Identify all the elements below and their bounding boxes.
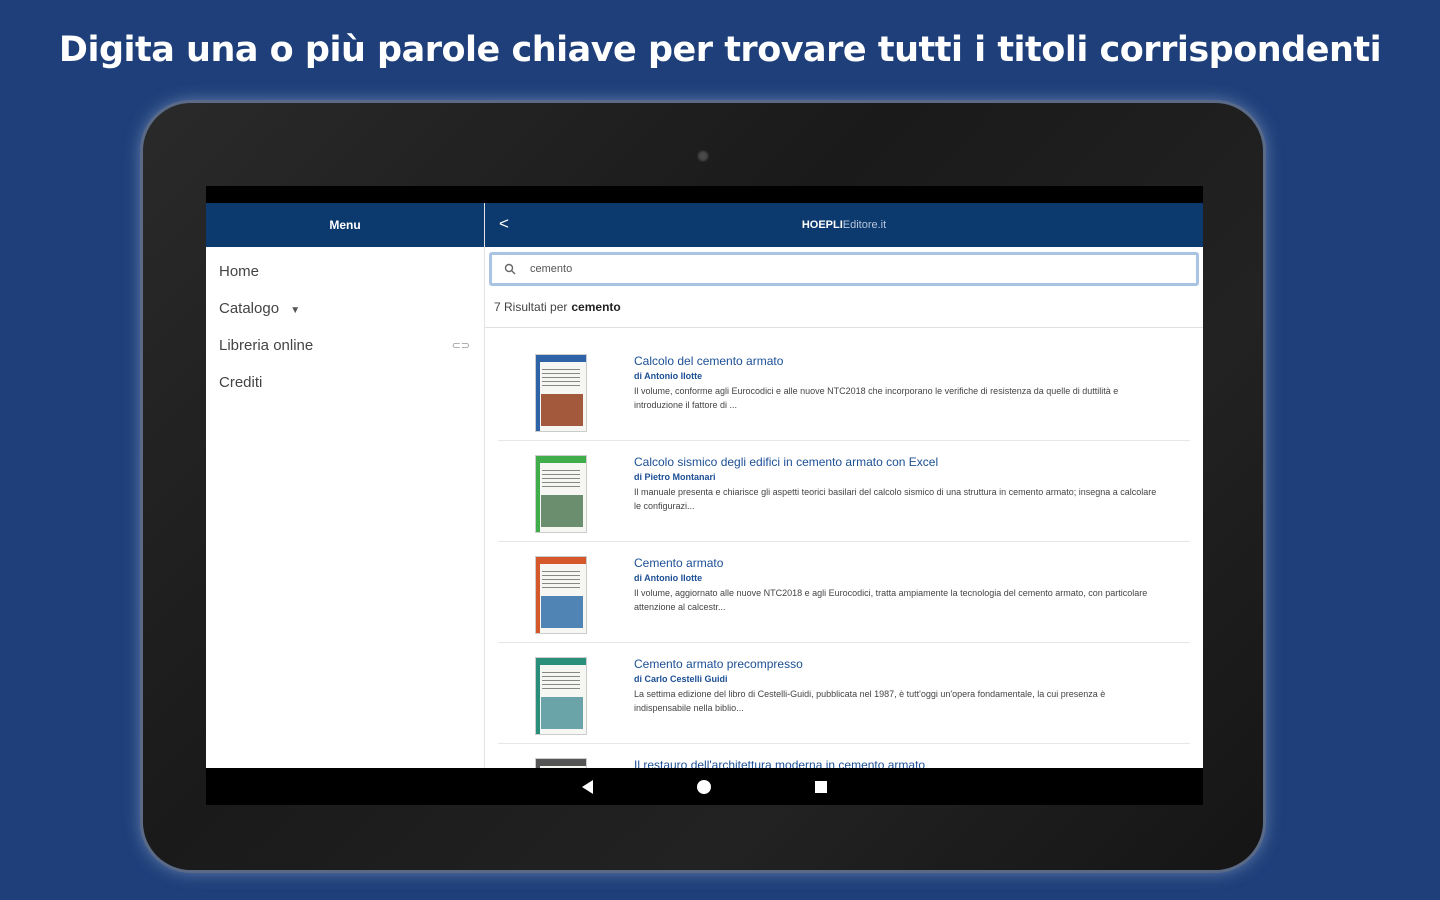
main-panel: < HOEPLIEditore.it 7 Risultati per cemen…: [485, 203, 1203, 768]
sidebar-item-label: Libreria online: [219, 337, 314, 354]
brand-logo: HOEPLIEditore.it: [485, 219, 1203, 231]
book-description: Il volume, aggiornato alle nuove NTC2018…: [634, 588, 1148, 612]
sidebar-item-catalogo[interactable]: Catalogo ▼: [206, 290, 484, 327]
book-title[interactable]: Calcolo del cemento armato: [634, 354, 1190, 369]
book-description: Il manuale presenta e chiarisce gli aspe…: [634, 487, 1157, 511]
headline: Digita una o più parole chiave per trova…: [58, 30, 1382, 70]
sidebar-item-crediti[interactable]: Crediti: [206, 364, 484, 401]
back-arrow-icon[interactable]: <: [499, 214, 509, 234]
home-circle-icon[interactable]: [697, 779, 711, 794]
app-header: < HOEPLIEditore.it: [485, 203, 1203, 247]
search-icon: [504, 263, 516, 275]
list-item[interactable]: Il restauro dell'architettura moderna in…: [498, 744, 1190, 768]
book-author: di Pietro Montanari: [634, 472, 716, 482]
sidebar-item-home[interactable]: Home: [206, 253, 484, 290]
tablet-screen: Menu Home Catalogo ▼ Libreria online ⊂⊃ …: [206, 186, 1203, 805]
search-bar[interactable]: [489, 252, 1199, 286]
list-item[interactable]: Calcolo del cemento armato di Antonio Il…: [498, 340, 1190, 441]
book-cover: [535, 657, 587, 735]
book-author: di Antonio Ilotte: [634, 371, 703, 381]
caret-down-icon: ▼: [290, 305, 301, 316]
app-window: Menu Home Catalogo ▼ Libreria online ⊂⊃ …: [206, 203, 1203, 768]
results-query: cemento: [571, 299, 621, 314]
sidebar-item-libreria-online[interactable]: Libreria online ⊂⊃: [206, 327, 484, 364]
sidebar-item-label: Crediti: [219, 374, 263, 391]
sidebar-nav: Home Catalogo ▼ Libreria online ⊂⊃ Credi…: [206, 247, 484, 401]
status-bar: [206, 186, 1203, 203]
book-author: di Carlo Cestelli Guidi: [634, 674, 728, 684]
book-title[interactable]: Il restauro dell'architettura moderna in…: [634, 758, 1190, 768]
list-item[interactable]: Cemento armato precompresso di Carlo Ces…: [498, 643, 1190, 744]
results-count: 7 Risultati per cemento: [485, 286, 1203, 328]
book-cover: [535, 556, 587, 634]
list-item[interactable]: Calcolo sismico degli edifici in cemento…: [498, 441, 1190, 542]
sidebar-item-label: Catalogo: [219, 300, 280, 317]
sidebar-item-label: Home: [219, 263, 260, 280]
list-item[interactable]: Cemento armato di Antonio Ilotte Il volu…: [498, 542, 1190, 643]
back-triangle-icon[interactable]: [582, 779, 593, 794]
book-cover: [535, 758, 587, 768]
results-count-text: 7 Risultati per: [494, 299, 568, 314]
camera-icon: [697, 150, 709, 162]
brand-sub: Editore.it: [842, 219, 887, 231]
book-description: La settima edizione del libro di Cestell…: [634, 689, 1106, 713]
book-cover: [535, 455, 587, 533]
results-list: Calcolo del cemento armato di Antonio Il…: [485, 328, 1203, 768]
external-link-icon: ⊂⊃: [451, 340, 470, 352]
book-title[interactable]: Cemento armato precompresso: [634, 657, 1190, 672]
search-input[interactable]: [530, 263, 1130, 275]
recent-square-icon[interactable]: [815, 780, 827, 793]
book-title[interactable]: Cemento armato: [634, 556, 1190, 571]
system-navigation-bar: [206, 768, 1203, 805]
sidebar-title: Menu: [206, 203, 484, 247]
book-description: Il volume, conforme agli Eurocodici e al…: [634, 386, 1119, 410]
book-cover: [535, 354, 587, 432]
brand-main: HOEPLI: [801, 219, 843, 231]
book-title[interactable]: Calcolo sismico degli edifici in cemento…: [634, 455, 1190, 470]
sidebar: Menu Home Catalogo ▼ Libreria online ⊂⊃ …: [206, 203, 485, 768]
book-author: di Antonio Ilotte: [634, 573, 703, 583]
